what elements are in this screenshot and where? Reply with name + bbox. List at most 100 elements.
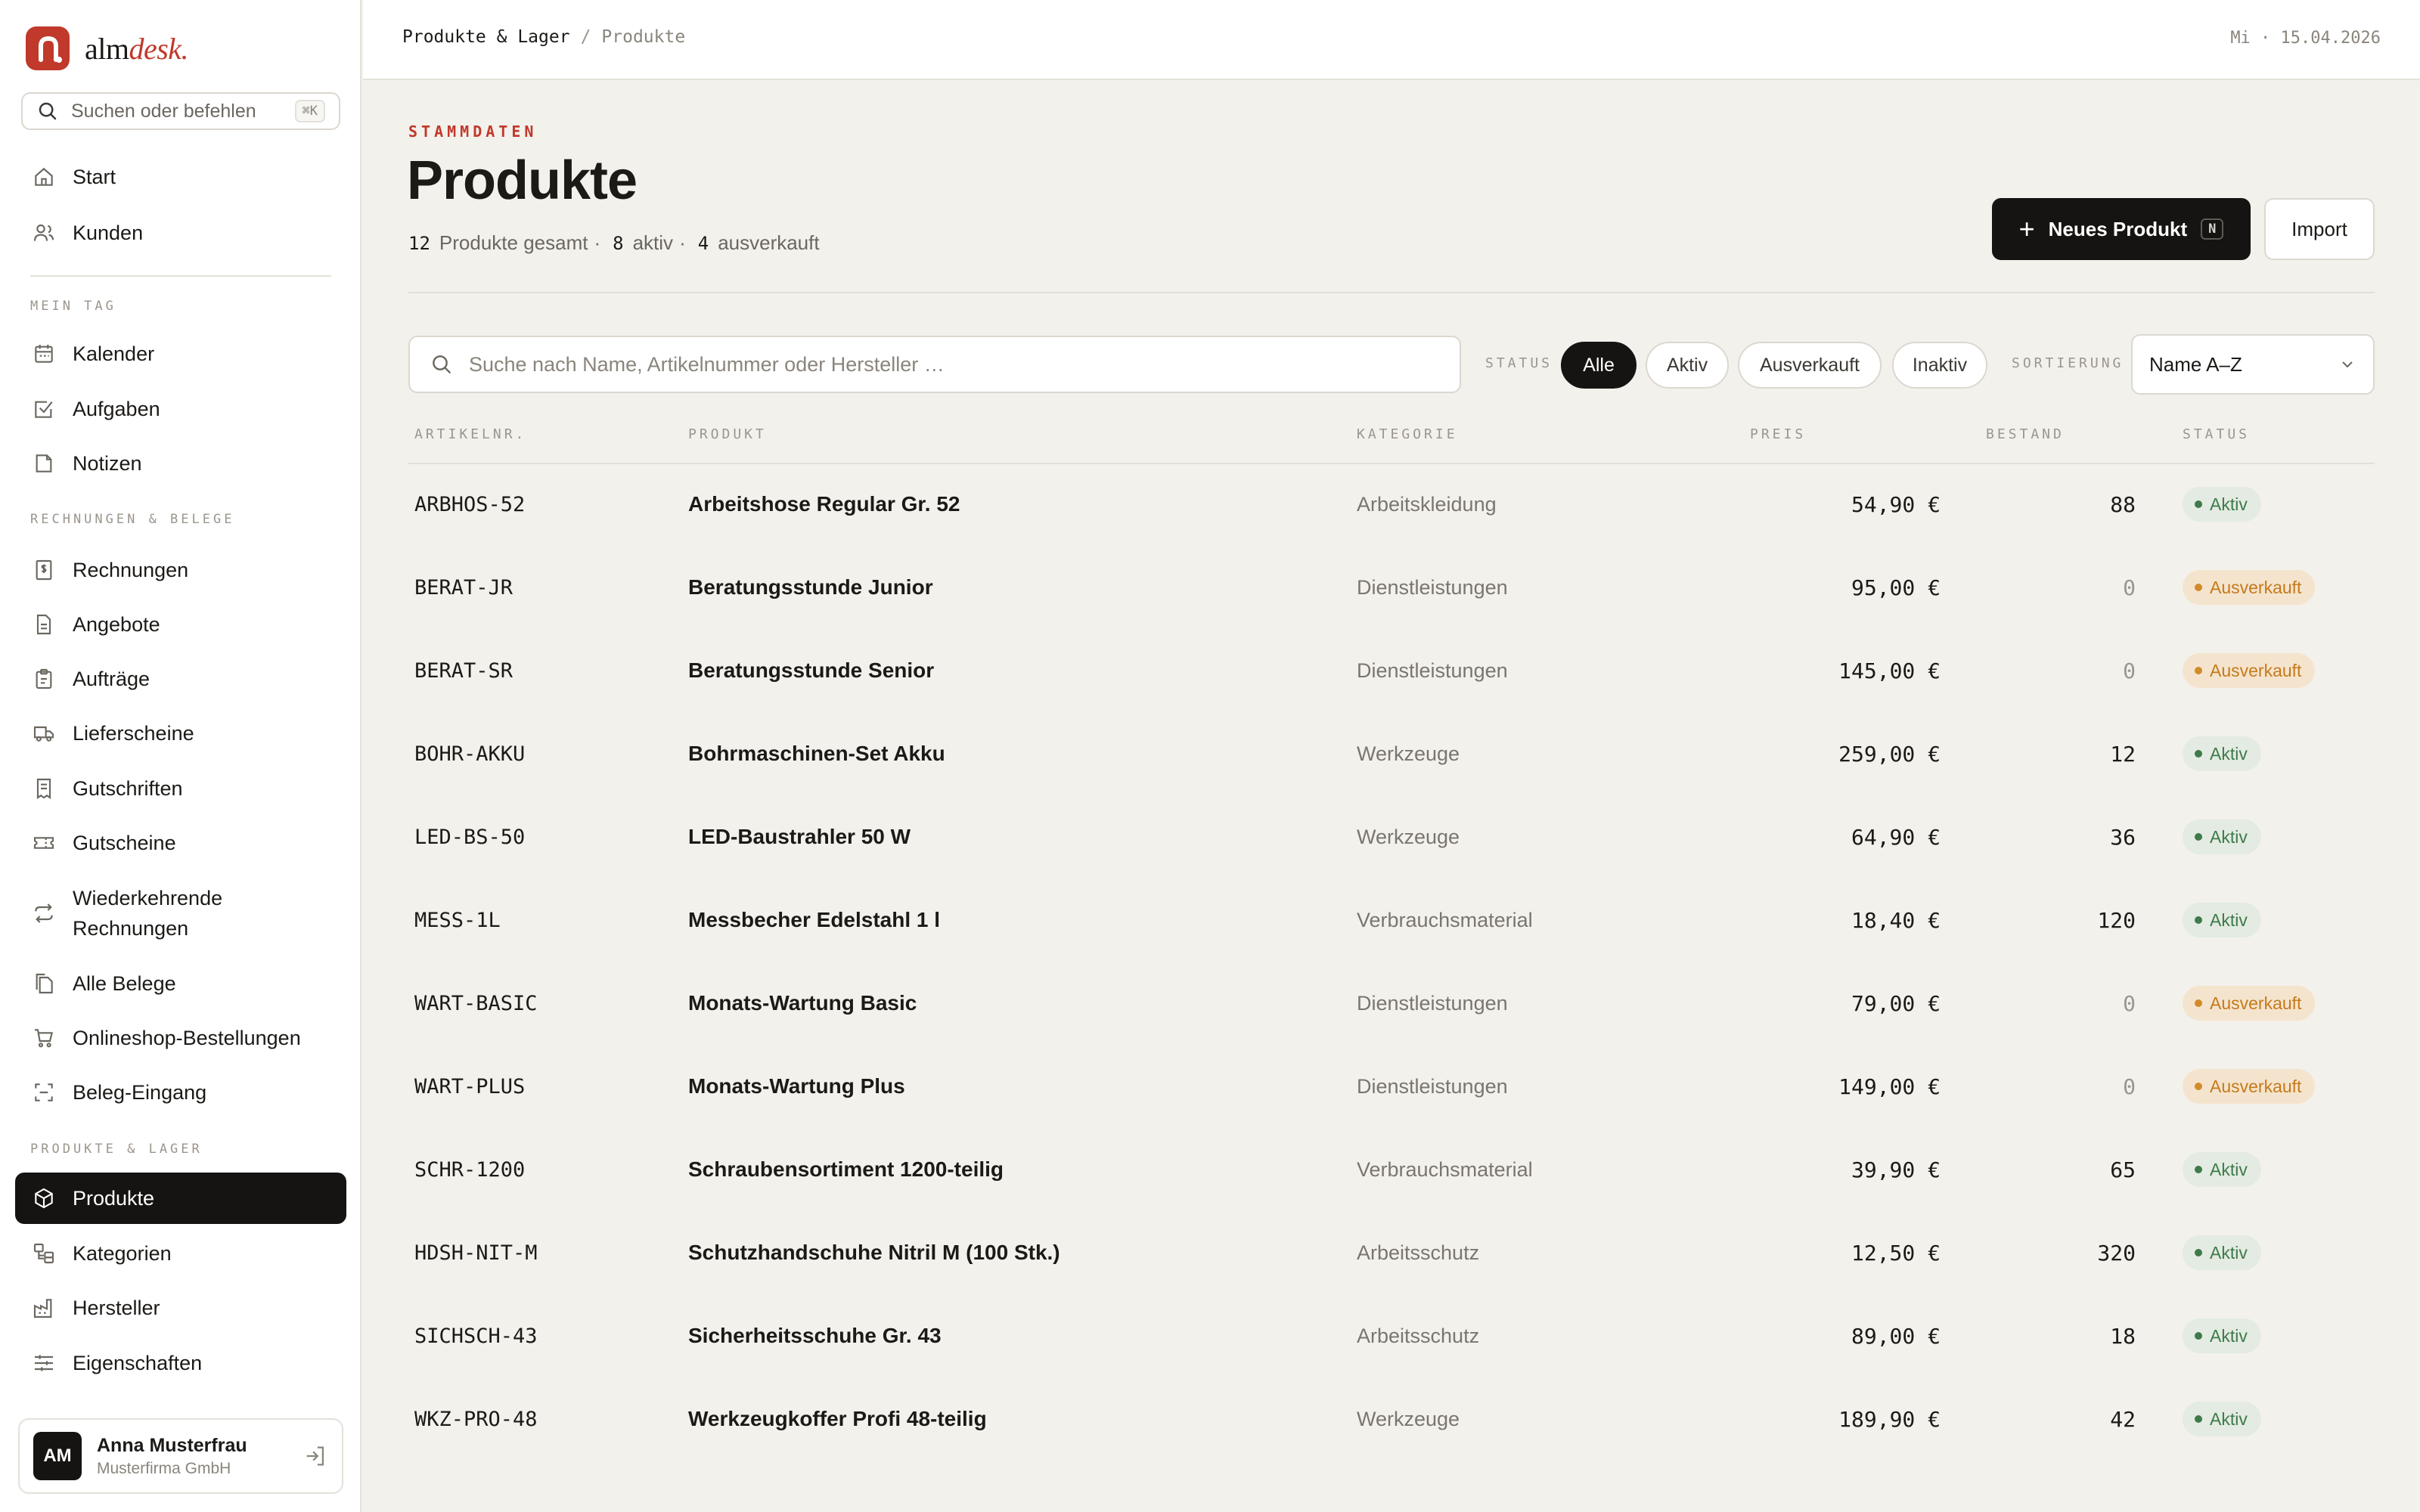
sidebar-item-aufgaben[interactable]: Aufgaben	[15, 383, 346, 435]
category-icon	[33, 1243, 54, 1264]
cell-status: Aktiv	[2183, 1211, 2261, 1294]
column-header-price[interactable]: PREIS	[1750, 426, 1806, 442]
cell-product-name[interactable]: Messbecher Edelstahl 1 l	[688, 878, 940, 962]
user-name: Anna Musterfrau	[97, 1434, 247, 1456]
status-badge-label: Aktiv	[2210, 1242, 2248, 1263]
cell-status: Aktiv	[2183, 1128, 2261, 1211]
cell-stock: 12	[2110, 741, 2136, 767]
import-button[interactable]: Import	[2264, 198, 2375, 260]
product-search-input[interactable]	[469, 352, 1440, 376]
cell-product-name[interactable]: Schutzhandschuhe Nitril M (100 Stk.)	[688, 1211, 1060, 1294]
status-dot-icon	[2195, 1166, 2202, 1173]
cell-product-name[interactable]: Beratungsstunde Senior	[688, 629, 934, 712]
sidebar-item-produkte[interactable]: Produkte	[15, 1173, 346, 1224]
search-icon	[39, 102, 57, 120]
breadcrumb-parent[interactable]: Produkte & Lager	[402, 27, 570, 47]
cell-stock: 88	[2110, 491, 2136, 517]
status-badge: Aktiv	[2183, 1402, 2261, 1436]
sidebar-item-hersteller[interactable]: Hersteller	[15, 1282, 346, 1334]
status-dot-icon	[2195, 750, 2202, 758]
cell-product-name[interactable]: Sicherheitsschuhe Gr. 43	[688, 1294, 942, 1377]
sidebar-item-angebote[interactable]: Angebote	[15, 599, 346, 650]
cell-status: Ausverkauft	[2183, 1045, 2316, 1128]
cell-status: Aktiv	[2183, 1294, 2261, 1377]
cell-product-name[interactable]: Monats-Wartung Plus	[688, 1045, 905, 1128]
status-badge: Ausverkauft	[2183, 653, 2316, 688]
cell-status: Aktiv	[2183, 795, 2261, 878]
table-row[interactable]: BERAT-JR Beratungsstunde Junior Dienstleis…	[408, 546, 2375, 629]
sort-select[interactable]: Name A–Z	[2131, 334, 2375, 395]
sidebar-item-wiederkehrende-rechnungen[interactable]: Wiederkehrende Rechnungen	[15, 877, 346, 950]
users-icon	[33, 224, 54, 241]
cell-status: Aktiv	[2183, 1377, 2261, 1461]
table-row[interactable]: BERAT-SR Beratungsstunde Senior Dienstleis…	[408, 629, 2375, 712]
new-product-button[interactable]: + Neues Produkt N	[1992, 198, 2251, 260]
cell-product-name[interactable]: Beratungsstunde Junior	[688, 546, 933, 629]
cell-product-name[interactable]: Monats-Wartung Basic	[688, 962, 917, 1045]
column-header-sku[interactable]: ARTIKELNR.	[414, 426, 526, 442]
table-row[interactable]: LED-BS-50 LED-Baustrahler 50 W Werkzeuge 64…	[408, 795, 2375, 878]
status-badge-label: Aktiv	[2210, 743, 2248, 764]
table-row[interactable]: SICHSCH-43 Sicherheitsschuhe Gr. 43 Arbeit…	[408, 1294, 2375, 1377]
soldout-label: ausverkauft	[718, 231, 820, 254]
cell-stock: 0	[2123, 575, 2136, 600]
sidebar-item-start[interactable]: Start	[15, 151, 346, 203]
sidebar-item-onlineshop-bestellungen[interactable]: Onlineshop-Bestellungen	[15, 1012, 346, 1064]
cell-price: 189,90 €	[1838, 1406, 1941, 1432]
cell-price: 54,90 €	[1851, 491, 1941, 517]
brand-logo[interactable]: almdesk.	[26, 26, 189, 71]
sidebar-item-auftraege[interactable]: Aufträge	[15, 653, 346, 705]
chip-alle[interactable]: Alle	[1561, 342, 1637, 389]
status-dot-icon	[2195, 916, 2202, 924]
cell-product-name[interactable]: Bohrmaschinen-Set Akku	[688, 712, 945, 795]
truck-icon	[33, 726, 54, 742]
sidebar-item-beleg-eingang[interactable]: Beleg-Eingang	[15, 1067, 346, 1118]
plus-icon: +	[2018, 213, 2035, 244]
column-header-category[interactable]: KATEGORIE	[1357, 426, 1458, 442]
sidebar-search[interactable]: Suchen oder befehlen ⌘K	[21, 92, 340, 130]
table-row[interactable]: BOHR-AKKU Bohrmaschinen-Set Akku Werkzeuge…	[408, 712, 2375, 795]
sidebar-item-eigenschaften[interactable]: Eigenschaften	[15, 1337, 346, 1389]
chip-aktiv[interactable]: Aktiv	[1646, 342, 1729, 389]
sidebar-item-alle-belege[interactable]: Alle Belege	[15, 958, 346, 1009]
table-row[interactable]: ARBHOS-52 Arbeitshose Regular Gr. 52 Arbei…	[408, 463, 2375, 546]
sidebar-section-mein-tag: MEIN TAG	[30, 299, 116, 314]
user-card[interactable]: AM Anna Musterfrau Musterfirma GmbH	[18, 1418, 343, 1494]
cell-product-name[interactable]: Arbeitshose Regular Gr. 52	[688, 463, 960, 546]
column-header-status[interactable]: STATUS	[2183, 426, 2250, 442]
table-row[interactable]: MESS-1L Messbecher Edelstahl 1 l Verbrauch…	[408, 878, 2375, 962]
sidebar-item-kategorien[interactable]: Kategorien	[15, 1228, 346, 1279]
status-badge: Aktiv	[2183, 820, 2261, 854]
sidebar-item-gutschriften[interactable]: Gutschriften	[15, 763, 346, 814]
breadcrumb: Produkte & Lager / Produkte	[402, 27, 685, 47]
summary-separator: ·	[594, 231, 601, 254]
product-search[interactable]	[408, 336, 1461, 393]
active-label: aktiv	[632, 231, 674, 254]
sidebar-item-kunden[interactable]: Kunden	[15, 207, 346, 259]
logout-icon[interactable]	[302, 1443, 328, 1469]
avatar: AM	[33, 1432, 82, 1480]
sidebar-item-gutscheine[interactable]: Gutscheine	[15, 817, 346, 869]
sidebar-item-lieferscheine[interactable]: Lieferscheine	[15, 708, 346, 759]
status-badge: Aktiv	[2183, 1152, 2261, 1187]
total-count: 12	[408, 233, 430, 254]
table-row[interactable]: WART-BASIC Monats-Wartung Basic Dienstleis…	[408, 962, 2375, 1045]
chip-inaktiv[interactable]: Inaktiv	[1892, 342, 1987, 389]
column-header-stock[interactable]: BESTAND	[1986, 426, 2065, 442]
cell-sku: SCHR-1200	[414, 1157, 526, 1182]
table-row[interactable]: WKZ-PRO-48 Werkzeugkoffer Profi 48-teilig…	[408, 1377, 2375, 1461]
table-row[interactable]: SCHR-1200 Schraubensortiment 1200-teilig V…	[408, 1128, 2375, 1211]
status-badge: Aktiv	[2183, 1318, 2261, 1353]
table-row[interactable]: WART-PLUS Monats-Wartung Plus Dienstleistu…	[408, 1045, 2375, 1128]
table-row[interactable]: HDSH-NIT-M Schutzhandschuhe Nitril M (100…	[408, 1211, 2375, 1294]
column-header-product[interactable]: PRODUKT	[688, 426, 767, 442]
sidebar-item-rechnungen[interactable]: Rechnungen	[15, 544, 346, 596]
cell-product-name[interactable]: LED-Baustrahler 50 W	[688, 795, 911, 878]
cell-product-name[interactable]: Werkzeugkoffer Profi 48-teilig	[688, 1377, 987, 1461]
cell-stock: 18	[2110, 1323, 2136, 1349]
sidebar-item-notizen[interactable]: Notizen	[15, 438, 346, 489]
chip-ausverkauft[interactable]: Ausverkauft	[1738, 342, 1882, 389]
cell-product-name[interactable]: Schraubensortiment 1200-teilig	[688, 1128, 1004, 1211]
cell-status: Aktiv	[2183, 878, 2261, 962]
sidebar-item-kalender[interactable]: Kalender	[15, 328, 346, 380]
